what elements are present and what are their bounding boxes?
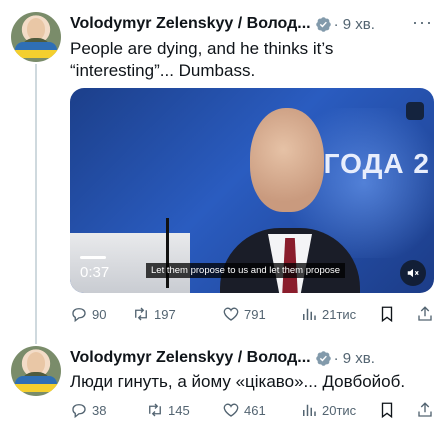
author-avatar[interactable]: [11, 12, 61, 62]
views-button[interactable]: 20тис: [300, 400, 356, 420]
bookmark-icon: [381, 402, 393, 419]
tweet-text-line: People are dying, and he thinks it’s: [70, 39, 334, 58]
share-icon: [418, 306, 432, 321]
avatar-flag-badge: [15, 42, 57, 58]
more-dots-icon[interactable]: ···: [412, 12, 433, 33]
heart-icon: [223, 403, 239, 417]
author-name[interactable]: Volodymyr Zelenskyy / Волод...: [70, 349, 311, 367]
video-progress-bar[interactable]: [80, 256, 106, 259]
reply-icon: [72, 308, 86, 323]
bookmark-icon: [381, 306, 393, 323]
backdrop-text: ГОДА 2: [323, 148, 430, 179]
like-count: 461: [244, 402, 266, 418]
reply-count: 90: [92, 306, 107, 322]
like-button[interactable]: 461: [222, 400, 266, 420]
tweet-header: Volodymyr Zelenskyy / Волод... · 9 хв.: [70, 348, 375, 368]
retweet-button[interactable]: 145: [146, 400, 190, 420]
retweet-icon: [135, 307, 147, 321]
reply-button[interactable]: 90: [70, 304, 106, 324]
tweet-text: Люди гинуть, а йому «цікаво»... Довбойоб…: [70, 371, 405, 393]
retweet-count: 145: [168, 402, 190, 418]
like-count: 791: [244, 306, 266, 322]
tweet-time[interactable]: · 9 хв.: [334, 350, 375, 367]
views-count: 21тис: [322, 306, 357, 322]
views-chart-icon: [303, 308, 316, 320]
tweet-text-line: Люди гинуть, а йому «цікаво»... Довбойоб…: [70, 372, 406, 391]
action-bar: 90 197 791 21тис: [70, 304, 436, 324]
bookmark-button[interactable]: [378, 400, 396, 420]
verified-badge-icon: [315, 350, 331, 366]
action-bar: 38 145 461 20тис: [70, 400, 436, 420]
author-name[interactable]: Volodymyr Zelenskyy / Волод...: [70, 15, 311, 33]
media-menu-icon[interactable]: [406, 102, 424, 120]
views-chart-icon: [303, 404, 316, 416]
tweet-header: Volodymyr Zelenskyy / Волод... · 9 хв.: [70, 14, 375, 34]
retweet-count: 197: [154, 306, 176, 322]
tweet[interactable]: Volodymyr Zelenskyy / Волод... · 9 хв. Л…: [0, 336, 445, 428]
video-subtitle: Let them propose to us and let them prop…: [146, 263, 346, 278]
reply-icon: [72, 404, 86, 419]
views-button[interactable]: 21тис: [300, 304, 356, 324]
bookmark-button[interactable]: [378, 304, 396, 324]
tweet-time[interactable]: · 9 хв.: [334, 16, 375, 33]
reply-count: 38: [92, 402, 107, 418]
speaker-muted-icon: [407, 268, 419, 278]
author-avatar[interactable]: [11, 346, 61, 396]
like-button[interactable]: 791: [222, 304, 266, 324]
video-duration: 0:37: [80, 264, 110, 281]
avatar-face: [27, 352, 45, 374]
tweet-text: People are dying, and he thinks it’s “in…: [70, 38, 333, 82]
views-count: 20тис: [322, 402, 357, 418]
share-icon: [418, 402, 432, 417]
mute-button[interactable]: [400, 260, 426, 286]
reply-button[interactable]: 38: [70, 400, 106, 420]
verified-badge-icon: [315, 16, 331, 32]
share-button[interactable]: [416, 304, 434, 324]
heart-icon: [223, 307, 239, 321]
avatar-face: [27, 18, 45, 40]
retweet-icon: [149, 403, 161, 417]
tweet-text-line: “interesting”... Dumbass.: [70, 61, 256, 80]
share-button[interactable]: [416, 400, 434, 420]
speaker-head: [250, 108, 324, 212]
retweet-button[interactable]: 197: [132, 304, 176, 324]
video-player[interactable]: ГОДА 2 0:37 Let them propose to us and l…: [70, 88, 434, 293]
avatar-flag-badge: [15, 376, 57, 392]
thread-line: [35, 64, 37, 344]
tweet[interactable]: Volodymyr Zelenskyy / Волод... · 9 хв. ·…: [0, 0, 445, 344]
